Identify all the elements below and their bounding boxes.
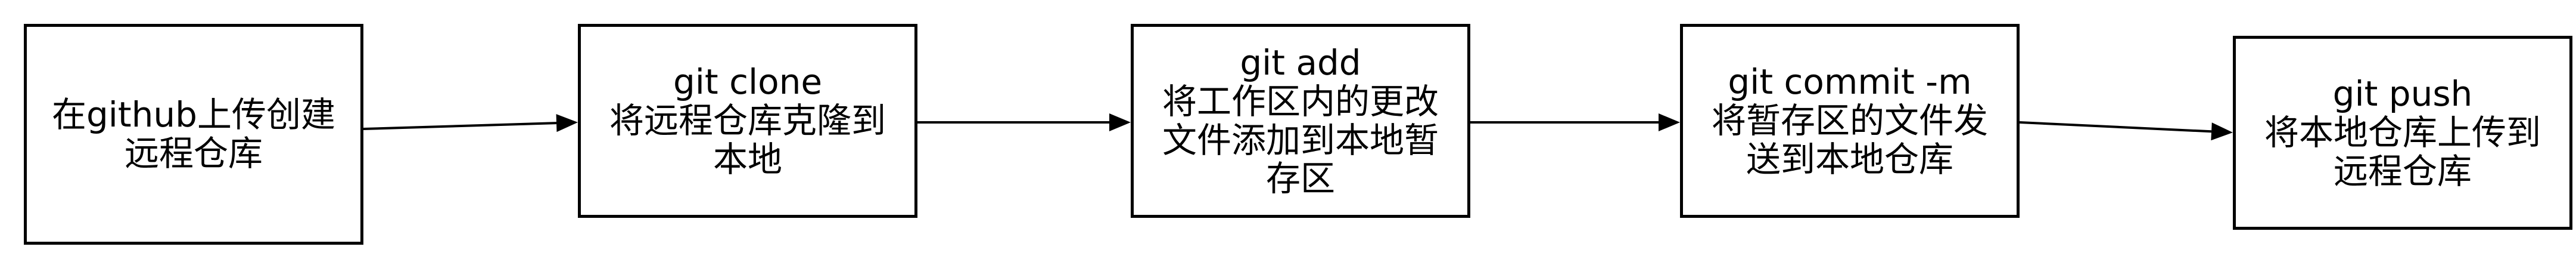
arrowhead-icon (1659, 113, 1680, 131)
node-create-repo-line-1: 在github上传创建 (51, 94, 335, 135)
node-git-push-line-2: 将本地仓库上传到 (2264, 112, 2541, 153)
node-git-push-line-1: git push (2332, 73, 2473, 115)
node-git-clone-line-3: 本地 (713, 138, 782, 180)
node-git-commit-line-1: git commit -m (1728, 61, 1972, 103)
edge-create-repo-to-git-clone (363, 122, 557, 130)
node-git-add-line-2: 将工作区内的更改 (1162, 81, 1439, 122)
arrowhead-icon (1109, 113, 1131, 131)
node-git-clone: git clone 将远程仓库克隆到 本地 (578, 24, 917, 218)
node-git-add-line-3: 文件添加到本地暂 (1162, 119, 1439, 161)
git-workflow-diagram: 在github上传创建 远程仓库 git clone 将远程仓库克隆到 本地 g… (0, 0, 2576, 265)
arrowhead-icon (556, 114, 578, 132)
node-git-commit: git commit -m 将暂存区的文件发 送到本地仓库 (1680, 24, 2020, 218)
node-git-commit-line-2: 将暂存区的文件发 (1711, 100, 1988, 141)
arrowhead-icon (2211, 122, 2233, 141)
node-git-clone-line-2: 将远程仓库克隆到 (609, 100, 886, 141)
node-git-add-line-4: 存区 (1265, 158, 1335, 199)
edge-git-commit-to-git-push (2019, 121, 2212, 133)
node-git-add: git add 将工作区内的更改 文件添加到本地暂 存区 (1131, 24, 1470, 218)
node-git-push-line-3: 远程仓库 (2333, 150, 2472, 192)
node-git-push: git push 将本地仓库上传到 远程仓库 (2233, 36, 2572, 230)
node-git-clone-line-1: git clone (673, 61, 823, 103)
node-git-add-line-1: git add (1240, 42, 1361, 83)
node-create-repo-line-2: 远程仓库 (124, 133, 263, 174)
node-create-repo: 在github上传创建 远程仓库 (24, 24, 363, 245)
node-git-commit-line-3: 送到本地仓库 (1746, 138, 1953, 180)
